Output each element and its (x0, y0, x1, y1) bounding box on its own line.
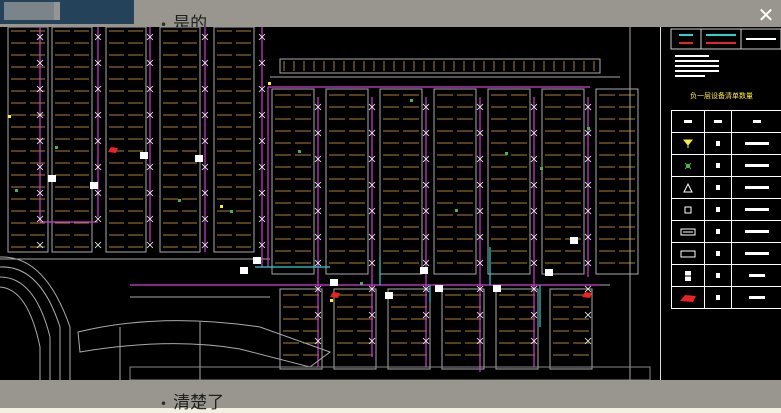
legend-row (672, 243, 781, 265)
legend-row (672, 287, 781, 308)
image-viewer: 负一层设备清单数量 (0, 27, 781, 380)
legend-header-graphic (670, 28, 781, 77)
legend-row (672, 221, 781, 243)
legend-row (672, 133, 781, 155)
panel-icon (680, 228, 696, 235)
green-sprinkler-icon (684, 162, 692, 169)
yellow-valve-icon (683, 139, 693, 148)
legend-row (672, 265, 781, 287)
box-icon (684, 206, 692, 213)
legend-row (672, 199, 781, 221)
legend-header-row (672, 111, 781, 133)
legend-title: 负一层设备清单数量 (690, 92, 753, 100)
hydrant-icon (685, 270, 691, 281)
legend-panel: 负一层设备清单数量 (660, 27, 781, 380)
extinguisher-icon (680, 294, 696, 302)
legend-table (671, 110, 781, 309)
legend-row (672, 155, 781, 177)
close-button[interactable]: ✕ (755, 4, 777, 26)
detector-icon (683, 182, 693, 192)
legend-row (672, 177, 781, 199)
cabinet-icon (680, 250, 696, 257)
